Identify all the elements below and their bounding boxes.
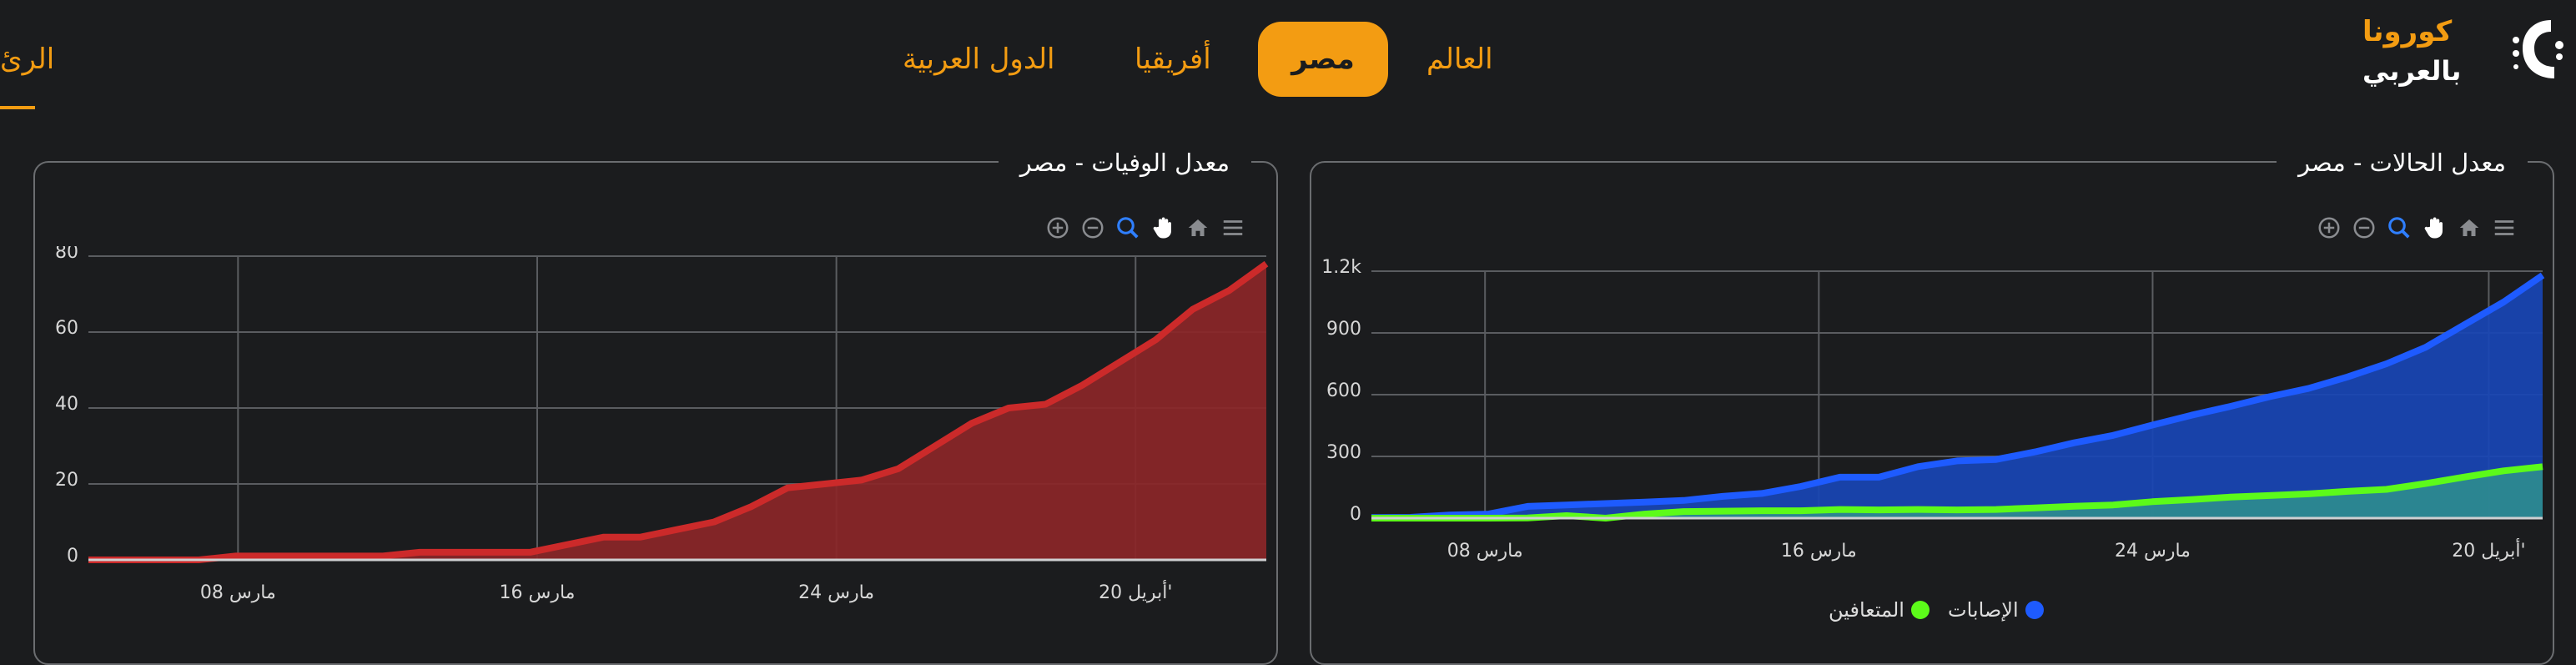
x-tick-label: مارس 08 xyxy=(1447,541,1523,562)
deaths-card: معدل الوفيات - مصر 0 20 40 60 80 مارس 08 مارس … xyxy=(33,144,1278,665)
legend-item-infections[interactable]: الإصابات xyxy=(1948,598,2044,622)
y-tick-label: 0 xyxy=(1350,504,1361,525)
deaths-card-title: معدل الوفيات - مصر xyxy=(1019,149,1230,177)
y-tick-label: 40 xyxy=(55,394,78,415)
cases-legend: الإصابات المتعافين xyxy=(1829,598,2044,622)
magnify-icon[interactable] xyxy=(1114,214,1141,241)
zoom-out-icon[interactable] xyxy=(2351,214,2377,241)
legend-label-infections: الإصابات xyxy=(1947,598,2019,622)
cases-chart-toolbar xyxy=(2316,214,2518,241)
y-tick-label: 80 xyxy=(55,246,78,263)
zoom-in-icon[interactable] xyxy=(2316,214,2342,241)
x-tick-label: مارس 16 xyxy=(1781,541,1857,562)
menu-icon[interactable] xyxy=(1220,214,1246,241)
nav-home-label: الرئ xyxy=(0,43,55,76)
pan-hand-icon[interactable] xyxy=(1150,214,1176,241)
nav-world[interactable]: العالم xyxy=(1426,22,1493,97)
home-icon[interactable] xyxy=(1185,214,1211,241)
x-tick-label: مارس 08 xyxy=(200,582,276,603)
y-tick-label: 1.2k xyxy=(1321,257,1361,278)
y-tick-label: 60 xyxy=(55,318,78,339)
x-tick-label: أبريل 20' xyxy=(2452,538,2525,562)
pan-hand-icon[interactable] xyxy=(2421,214,2448,241)
legend-dot-infections xyxy=(2025,601,2044,619)
x-tick-label: مارس 16 xyxy=(499,582,575,603)
cases-chart[interactable]: 0 300 600 900 1.2k مارس 08 مارس 16 مارس 24 أبريل… xyxy=(1311,254,2553,605)
deaths-chart[interactable]: 0 20 40 60 80 مارس 08 مارس 16 مارس 24 أبريل 20' xyxy=(35,246,1276,647)
y-tick-label: 0 xyxy=(67,546,78,567)
zoom-out-icon[interactable] xyxy=(1079,214,1106,241)
main-nav: العالم مصر أفريقيا الدول العربية الرئ xyxy=(0,15,2576,115)
y-tick-label: 300 xyxy=(1326,442,1361,463)
nav-africa[interactable]: أفريقيا xyxy=(1135,22,1211,97)
legend-item-recovered[interactable]: المتعافين xyxy=(1829,598,1929,622)
zoom-in-icon[interactable] xyxy=(1044,214,1071,241)
cases-card-header: معدل الحالات - مصر xyxy=(2277,144,2528,181)
deaths-card-header: معدل الوفيات - مصر xyxy=(998,144,1251,181)
deaths-chart-toolbar xyxy=(1044,214,1246,241)
cases-card: معدل الحالات - مصر 0 300 600 900 1.2k مارس 08… xyxy=(1310,144,2554,665)
home-icon[interactable] xyxy=(2456,214,2483,241)
y-tick-label: 900 xyxy=(1326,319,1361,340)
y-tick-label: 600 xyxy=(1326,380,1361,401)
nav-home[interactable]: الرئ xyxy=(0,22,54,97)
series-area xyxy=(88,264,1266,560)
legend-label-recovered: المتعافين xyxy=(1829,598,1904,622)
series-area xyxy=(1371,275,2543,518)
x-tick-label: أبريل 20' xyxy=(1099,580,1172,603)
menu-icon[interactable] xyxy=(2491,214,2518,241)
nav-arab-countries[interactable]: الدول العربية xyxy=(903,22,1055,97)
cases-card-title: معدل الحالات - مصر xyxy=(2298,149,2506,177)
nav-egypt[interactable]: مصر xyxy=(1258,22,1388,97)
legend-dot-recovered xyxy=(1910,601,1929,619)
nav-home-underline xyxy=(0,106,35,109)
x-tick-label: مارس 24 xyxy=(2115,541,2191,562)
y-tick-label: 20 xyxy=(55,470,78,491)
magnify-icon[interactable] xyxy=(2386,214,2412,241)
x-tick-label: مارس 24 xyxy=(798,582,874,603)
